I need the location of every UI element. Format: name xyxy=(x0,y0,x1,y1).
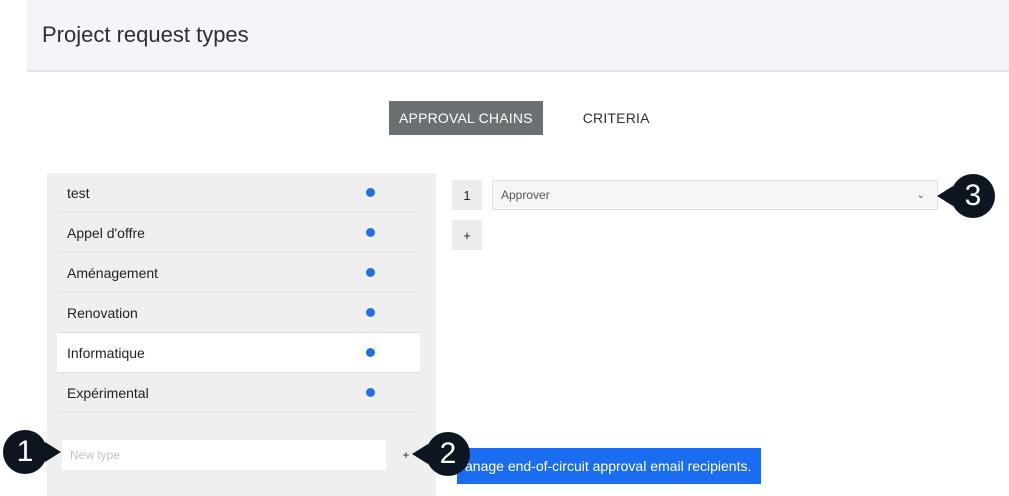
approver-select-value: Approver xyxy=(501,188,550,202)
status-dot-icon xyxy=(366,388,375,397)
request-type-item[interactable]: Appel d'offre xyxy=(57,213,420,253)
request-type-list: test Appel d'offre Aménagement Renovatio… xyxy=(57,173,420,413)
callout-marker-3: 3 xyxy=(937,174,995,218)
new-type-input[interactable] xyxy=(62,440,386,470)
request-type-item[interactable]: Renovation xyxy=(57,293,420,333)
page-header: Project request types xyxy=(27,0,1009,72)
request-type-label: Renovation xyxy=(67,304,138,321)
step-number: 1 xyxy=(452,180,482,210)
status-dot-icon xyxy=(366,268,375,277)
status-dot-icon xyxy=(366,188,375,197)
request-type-label: Informatique xyxy=(67,344,145,361)
callout-marker-1: 1 xyxy=(3,430,61,474)
request-type-label: Aménagement xyxy=(67,264,159,281)
callout-number: 1 xyxy=(16,435,34,468)
add-type-button[interactable]: + xyxy=(399,445,413,465)
approver-select[interactable]: Approver ⌄ xyxy=(492,180,938,210)
request-type-item[interactable]: Aménagement xyxy=(57,253,420,293)
page: Project request types APPROVAL CHAINS CR… xyxy=(0,0,1009,496)
callout-number: 3 xyxy=(964,179,982,212)
status-dot-icon xyxy=(366,308,375,317)
tab-bar: APPROVAL CHAINS CRITERIA xyxy=(389,101,660,135)
request-type-item-selected[interactable]: Informatique xyxy=(57,333,420,373)
main-panel: APPROVAL CHAINS CRITERIA test Appel d'of… xyxy=(37,83,1003,496)
request-type-item[interactable]: test xyxy=(57,173,420,213)
add-step-button[interactable]: + xyxy=(452,220,482,250)
status-dot-icon xyxy=(366,228,375,237)
tab-criteria[interactable]: CRITERIA xyxy=(573,101,660,135)
manage-email-recipients-button[interactable]: anage end-of-circuit approval email reci… xyxy=(457,448,761,484)
request-type-label: test xyxy=(67,184,90,201)
request-type-label: Expérimental xyxy=(67,384,149,401)
page-title: Project request types xyxy=(42,22,249,47)
status-dot-icon xyxy=(366,348,375,357)
request-types-panel: test Appel d'offre Aménagement Renovatio… xyxy=(47,173,436,496)
callout-marker-2: 2 xyxy=(412,432,470,476)
request-type-item[interactable]: Expérimental xyxy=(57,373,420,413)
request-type-label: Appel d'offre xyxy=(67,224,145,241)
callout-number: 2 xyxy=(439,437,457,470)
tab-approval-chains[interactable]: APPROVAL CHAINS xyxy=(389,101,543,135)
chevron-down-icon: ⌄ xyxy=(916,189,925,201)
